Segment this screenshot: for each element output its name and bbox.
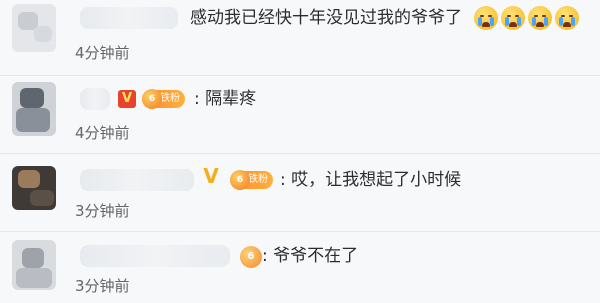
crying-emoji-icon bbox=[528, 6, 552, 30]
comment-item: V 6 铁粉 : 哎，让我想起了小时候 3分钟前 bbox=[0, 154, 600, 226]
username-blurred[interactable] bbox=[80, 88, 110, 110]
fan-badge-label: 铁粉 bbox=[248, 174, 268, 185]
vip-badge-icon: V bbox=[203, 164, 219, 188]
comment-time: 4分钟前 bbox=[75, 44, 130, 62]
username-blurred[interactable] bbox=[80, 245, 230, 267]
avatar[interactable] bbox=[12, 4, 56, 52]
comment-time: 3分钟前 bbox=[75, 202, 130, 220]
comment-text: : 隔辈疼 bbox=[194, 89, 257, 109]
crying-emoji-icon bbox=[474, 6, 498, 30]
crying-emoji-icon bbox=[501, 6, 525, 30]
comment-item: 感动我已经快十年没见过我的爷爷了 4分钟前 bbox=[0, 0, 600, 72]
comment-text: : 爷爷不在了 bbox=[262, 246, 359, 266]
fan-level-icon: 6 bbox=[230, 170, 250, 190]
fan-level-icon: 6 bbox=[240, 246, 262, 268]
avatar[interactable] bbox=[12, 166, 56, 210]
emoji-row bbox=[474, 6, 584, 32]
fan-badge: 6 铁粉 bbox=[142, 89, 185, 109]
fan-badge: 6 铁粉 bbox=[230, 170, 273, 190]
comment-time: 3分钟前 bbox=[75, 277, 130, 295]
username-blurred[interactable] bbox=[80, 7, 178, 29]
crying-emoji-icon bbox=[555, 6, 579, 30]
comment-text: : 哎，让我想起了小时候 bbox=[280, 170, 462, 190]
comment-text: 感动我已经快十年没见过我的爷爷了 bbox=[190, 8, 462, 28]
avatar[interactable] bbox=[12, 240, 56, 290]
avatar[interactable] bbox=[12, 82, 56, 136]
comment-item: 6 : 爷爷不在了 3分钟前 bbox=[0, 232, 600, 303]
fan-badge-label: 铁粉 bbox=[160, 93, 180, 104]
username-blurred[interactable] bbox=[80, 169, 194, 191]
vip-badge-icon: V bbox=[118, 90, 136, 108]
comment-time: 4分钟前 bbox=[75, 124, 130, 142]
fan-level-icon: 6 bbox=[142, 89, 162, 109]
comment-item: V 6 铁粉 : 隔辈疼 4分钟前 bbox=[0, 76, 600, 152]
